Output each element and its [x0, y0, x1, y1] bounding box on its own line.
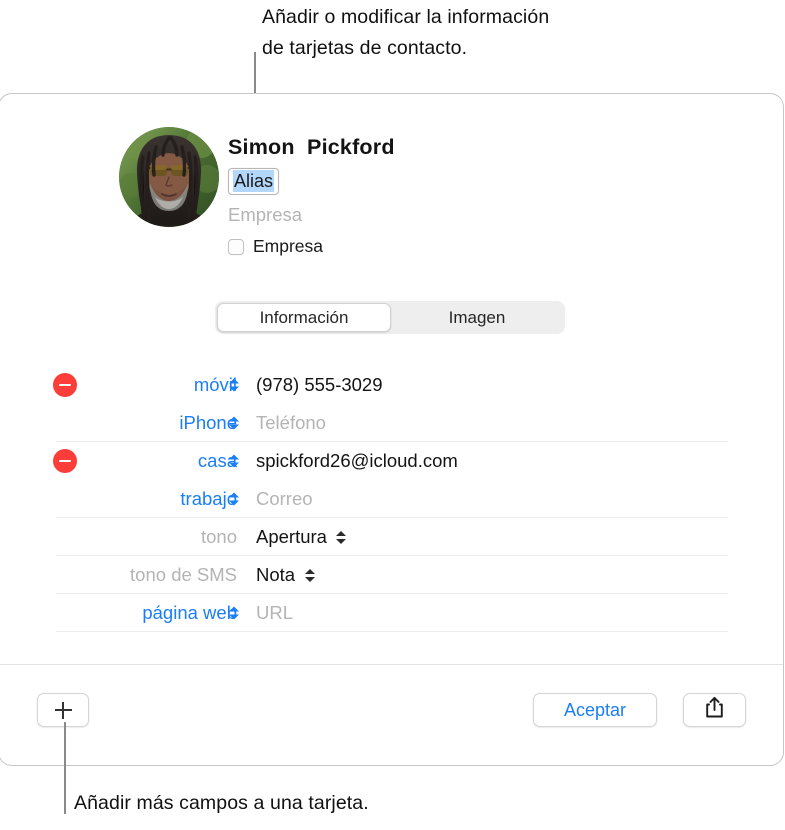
minus-icon [59, 459, 71, 463]
remove-field-button-home-email[interactable] [53, 449, 77, 473]
field-value-text-iphone-phone: Teléfono [256, 412, 326, 433]
contact-avatar-photo[interactable] [119, 127, 219, 227]
field-label-stepper-website[interactable] [227, 603, 240, 624]
field-value-stepper-ringtone[interactable] [335, 527, 348, 548]
alias-input-value: Alias [233, 170, 275, 192]
company-checkbox[interactable] [228, 238, 244, 255]
field-value-text-mobile-phone: (978) 555-3029 [256, 374, 383, 395]
contact-card: Simon Pickford Alias Empresa Empresa Inf… [0, 93, 784, 766]
chevron-up-icon [228, 492, 239, 498]
field-label-sms-tone: tono de SMS [130, 564, 237, 585]
field-row-ringtone: tono Apertura [0, 518, 783, 556]
chevron-down-icon [228, 500, 239, 506]
company-checkbox-row[interactable]: Empresa [228, 236, 648, 257]
contact-field-list: móvil (978) 555-3029 iPhone Teléfono casa spi… [0, 366, 783, 632]
contact-card-header: Simon Pickford Alias Empresa Empresa [0, 94, 783, 279]
field-label-stepper-home-email[interactable] [227, 451, 240, 472]
field-value-stepper-sms-tone[interactable] [303, 565, 316, 586]
field-value-text-website: URL [256, 602, 294, 623]
contact-identity-block: Simon Pickford Alias Empresa Empresa [228, 134, 648, 257]
company-checkbox-label: Empresa [253, 236, 324, 256]
field-row-mobile-phone: móvil (978) 555-3029 [0, 366, 783, 404]
share-button[interactable] [683, 693, 746, 727]
chevron-down-icon [228, 462, 239, 468]
field-value-mobile-phone[interactable]: (978) 555-3029 [256, 374, 383, 396]
field-row-work-email: trabajo Correo [0, 480, 783, 518]
field-value-website[interactable]: URL [256, 602, 293, 624]
field-row-iphone-phone: iPhone Teléfono [0, 404, 783, 442]
chevron-down-icon [228, 424, 239, 430]
minus-icon [59, 383, 71, 387]
chevron-down-icon [228, 614, 239, 620]
callout-bottom-leader-line [64, 722, 66, 814]
field-value-text-sms-tone: Nota [256, 564, 296, 585]
chevron-up-icon [304, 568, 315, 574]
field-label-website[interactable]: página web [142, 602, 237, 624]
chevron-up-icon [336, 530, 347, 536]
field-value-text-ringtone: Apertura [256, 526, 327, 547]
field-row-website: página web URL [0, 594, 783, 632]
callout-bottom-text: Añadir más campos a una tarjeta. [74, 792, 369, 814]
field-value-work-email[interactable]: Correo [256, 488, 313, 510]
company-input[interactable]: Empresa [228, 203, 648, 227]
field-value-iphone-phone[interactable]: Teléfono [256, 412, 326, 434]
add-field-button[interactable] [37, 693, 89, 727]
field-value-text-home-email: spickford26@icloud.com [256, 450, 458, 471]
field-label-stepper-iphone-phone[interactable] [227, 413, 240, 434]
field-row-home-email: casa spickford26@icloud.com [0, 442, 783, 480]
chevron-down-icon [336, 538, 347, 544]
field-label-stepper-work-email[interactable] [227, 489, 240, 510]
field-value-ringtone[interactable]: Apertura [256, 526, 348, 548]
callout-top-text: Añadir o modificar la información de tar… [262, 6, 550, 59]
chevron-up-icon [228, 454, 239, 460]
accept-button[interactable]: Aceptar [533, 693, 657, 727]
field-label-stepper-mobile-phone[interactable] [227, 375, 240, 396]
chevron-down-icon [228, 386, 239, 392]
field-value-home-email[interactable]: spickford26@icloud.com [256, 450, 458, 472]
card-toolbar: Aceptar [0, 665, 783, 766]
tab-informacion[interactable]: Información [217, 303, 391, 332]
remove-field-button-mobile-phone[interactable] [53, 373, 77, 397]
field-row-sms-tone: tono de SMS Nota [0, 556, 783, 594]
field-value-sms-tone[interactable]: Nota [256, 564, 316, 586]
field-label-ringtone: tono [200, 526, 237, 547]
chevron-up-icon [228, 378, 239, 384]
tab-imagen[interactable]: Imagen [391, 303, 563, 332]
chevron-up-icon [228, 416, 239, 422]
share-icon [704, 696, 725, 724]
field-value-text-work-email: Correo [256, 488, 313, 509]
card-tab-bar: Información Imagen [215, 301, 565, 334]
contact-name: Simon Pickford [228, 135, 395, 159]
chevron-up-icon [228, 606, 239, 612]
chevron-down-icon [304, 576, 315, 582]
alias-input[interactable]: Alias [228, 168, 280, 195]
plus-icon [54, 701, 72, 719]
